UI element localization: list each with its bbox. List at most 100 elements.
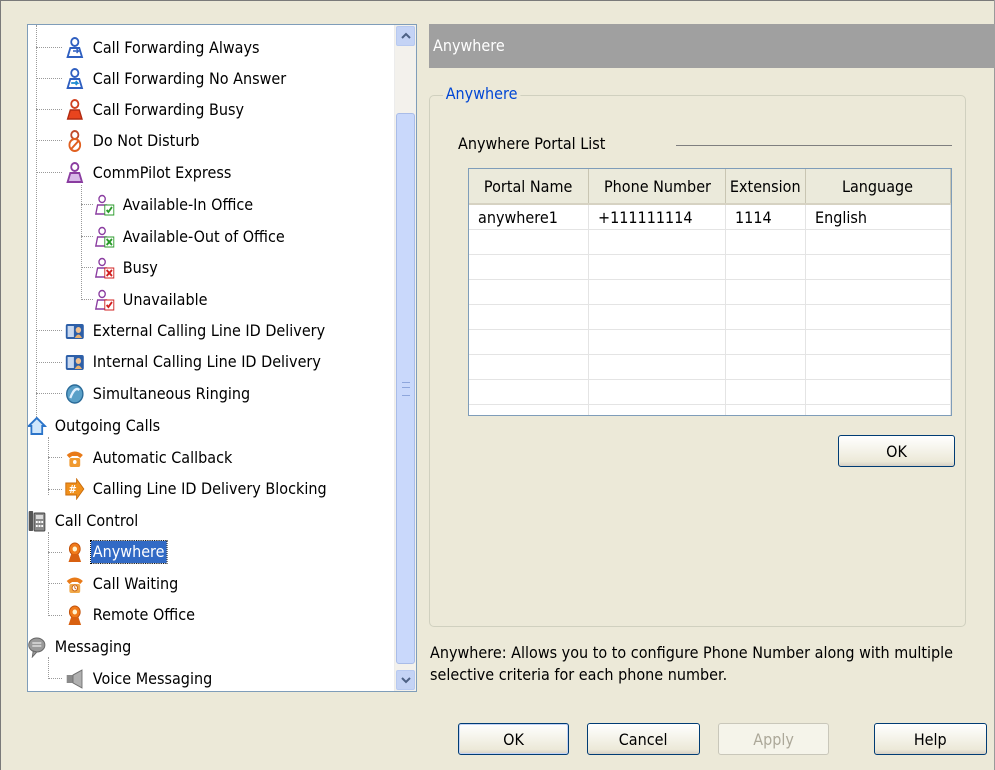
cell-extension: 1114	[725, 204, 806, 230]
anywhere-icon	[64, 540, 86, 564]
tree-item-call-forwarding-always[interactable]: Call Forwarding Always	[64, 32, 261, 63]
tree-item-external-calling-line-id-delivery[interactable]: External Calling Line ID Delivery	[64, 315, 327, 346]
tree-item-label: Calling Line ID Delivery Blocking	[92, 478, 327, 498]
id-card-icon	[64, 319, 86, 343]
call-waiting-icon	[64, 572, 86, 596]
panel-header: Anywhere	[429, 24, 995, 68]
tree-item-label: Call Control	[54, 510, 139, 530]
scroll-up-button[interactable]	[396, 26, 415, 46]
callback-phone-icon	[64, 446, 86, 470]
tree-item-do-not-disturb[interactable]: Do Not Disturb	[64, 125, 201, 156]
feature-description: Anywhere: Allows you to to configure Pho…	[430, 643, 954, 684]
tree-item-label: Anywhere	[90, 539, 168, 564]
column-header-language[interactable]: Language	[805, 169, 951, 205]
tree-item-label: Messaging	[54, 636, 132, 656]
tree-item-label: Call Forwarding Busy	[92, 99, 245, 119]
cell-language: English	[805, 204, 951, 230]
person-express-icon	[64, 161, 86, 185]
help-button[interactable]: Help	[874, 723, 987, 755]
remote-office-icon	[64, 603, 86, 627]
table-row-empty[interactable]	[469, 254, 951, 280]
id-card-icon	[64, 350, 86, 374]
chevron-down-icon	[400, 677, 411, 684]
tree-item-voice-messaging[interactable]: Voice Messaging	[64, 663, 214, 691]
table-row-empty[interactable]	[469, 404, 951, 415]
feature-tree[interactable]: Call Forwarding Always Call Forwarding N…	[27, 24, 417, 692]
tree-item-label: Call Forwarding Always	[92, 37, 260, 57]
tree-item-available-out-of-office[interactable]: Available-Out of Office	[94, 221, 287, 252]
tree-item-commpilot-express[interactable]: CommPilot Express	[64, 157, 233, 188]
apply-button[interactable]: Apply	[718, 723, 829, 755]
tree-item-anywhere[interactable]: Anywhere	[64, 536, 168, 567]
tree-item-available-in-office[interactable]: Available-In Office	[94, 189, 255, 220]
ring-icon	[64, 382, 86, 406]
chevron-up-icon	[400, 32, 411, 39]
table-row-empty[interactable]	[469, 279, 951, 305]
tree-item-calling-line-id-delivery-blocking[interactable]: # Calling Line ID Delivery Blocking	[64, 473, 328, 504]
tree-item-call-waiting[interactable]: Call Waiting	[64, 568, 180, 599]
column-header-extension[interactable]: Extension	[725, 169, 806, 205]
portal-list-table[interactable]: Portal Name Phone Number Extension Langu…	[468, 168, 952, 416]
person-forward-icon	[64, 36, 86, 60]
tree-item-internal-calling-line-id-delivery[interactable]: Internal Calling Line ID Delivery	[64, 346, 323, 377]
tree-item-label: Available-In Office	[122, 194, 254, 214]
group-title: Anywhere	[443, 84, 521, 103]
tree-item-call-forwarding-no-answer[interactable]: Call Forwarding No Answer	[64, 63, 288, 94]
portal-ok-button[interactable]: OK	[838, 435, 955, 467]
tree-item-simultaneous-ringing[interactable]: Simultaneous Ringing	[64, 378, 252, 409]
person-dnd-icon	[64, 129, 86, 153]
person-busy-icon	[64, 98, 86, 122]
table-header-row: Portal Name Phone Number Extension Langu…	[469, 169, 951, 205]
tree-item-label: External Calling Line ID Delivery	[92, 320, 326, 340]
person-check-icon	[94, 288, 116, 312]
tree-item-label: Available-Out of Office	[122, 226, 285, 246]
person-x-icon	[94, 256, 116, 280]
table-row[interactable]: anywhere1 +111111114 1114 English	[469, 204, 951, 230]
column-header-portal-name[interactable]: Portal Name	[469, 169, 589, 205]
panel-title: Anywhere	[433, 36, 505, 55]
cell-phone-number: +111111114	[588, 204, 727, 230]
tree-item-label: Outgoing Calls	[54, 415, 161, 435]
person-check-icon	[94, 225, 116, 249]
table-row-empty[interactable]	[469, 379, 951, 405]
tree-item-label: Internal Calling Line ID Delivery	[92, 351, 321, 371]
tree-item-label: CommPilot Express	[92, 162, 232, 182]
tree-item-messaging[interactable]: Messaging	[28, 631, 133, 662]
table-row-empty[interactable]	[469, 329, 951, 355]
person-forward-icon	[64, 67, 86, 91]
tree-item-remote-office[interactable]: Remote Office	[64, 599, 197, 630]
section-divider	[676, 145, 952, 146]
tree-item-label: Remote Office	[92, 604, 195, 624]
tree-item-label: Voice Messaging	[92, 668, 213, 688]
tree-item-unavailable[interactable]: Unavailable	[94, 284, 209, 315]
speech-bubble-icon	[28, 635, 48, 659]
tree-item-label: Unavailable	[122, 289, 208, 309]
tree-item-busy[interactable]: Busy	[94, 252, 160, 283]
table-row-empty[interactable]	[469, 229, 951, 255]
tree-scrollbar[interactable]	[394, 25, 416, 691]
desk-phone-icon	[28, 509, 48, 533]
hash-arrow-icon: #	[64, 477, 86, 501]
svg-text:#: #	[69, 483, 78, 496]
tree-item-outgoing-calls[interactable]: Outgoing Calls	[28, 410, 162, 441]
column-header-phone-number[interactable]: Phone Number	[588, 169, 727, 205]
person-check-icon	[94, 193, 116, 217]
tree-item-call-control[interactable]: Call Control	[28, 505, 140, 536]
portal-list-label: Anywhere Portal List	[458, 134, 606, 153]
ok-button[interactable]: OK	[458, 723, 569, 755]
speaker-icon	[64, 667, 86, 691]
tree-item-automatic-callback[interactable]: Automatic Callback	[64, 442, 234, 473]
tree-item-label: Simultaneous Ringing	[92, 383, 251, 403]
tree-item-label: Call Forwarding No Answer	[92, 68, 287, 88]
tree-item-label: Call Waiting	[92, 573, 179, 593]
tree-item-call-forwarding-busy[interactable]: Call Forwarding Busy	[64, 94, 246, 125]
cell-portal-name: anywhere1	[469, 204, 589, 230]
scroll-thumb[interactable]	[396, 113, 415, 664]
cancel-button[interactable]: Cancel	[587, 723, 700, 755]
table-row-empty[interactable]	[469, 304, 951, 330]
scroll-down-button[interactable]	[396, 670, 415, 690]
tree-item-label: Busy	[122, 257, 158, 277]
table-row-empty[interactable]	[469, 354, 951, 380]
house-icon	[28, 414, 48, 438]
tree-item-label: Do Not Disturb	[92, 130, 200, 150]
